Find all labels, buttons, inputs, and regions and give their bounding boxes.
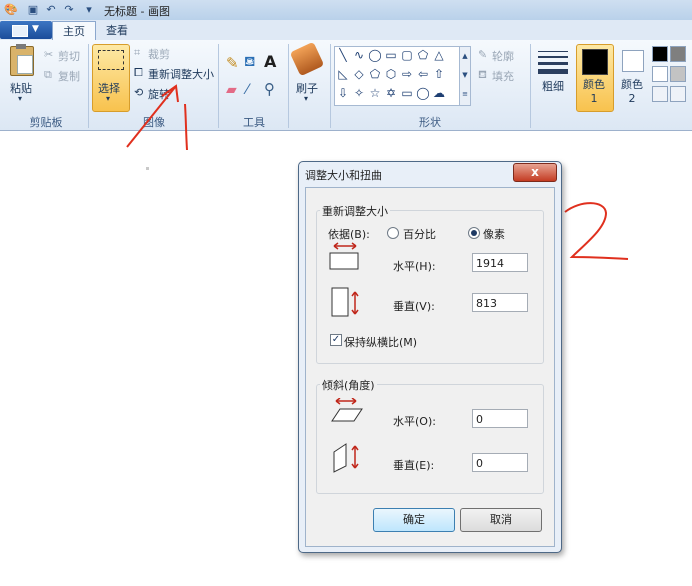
dialog-body: 重新调整大小 依据(B): 百分比 像素 水平(H): 1914 垂直(V): …: [305, 187, 555, 547]
horizontal-resize-icon: [329, 242, 359, 270]
vertical-label: 垂直(V):: [393, 300, 435, 313]
horizontal-input[interactable]: 1914: [472, 253, 528, 272]
resize-skew-dialog: 调整大小和扭曲 x 重新调整大小 依据(B): 百分比 像素 水平(H): 19…: [298, 161, 562, 553]
annotation-mark-2: [564, 202, 629, 260]
keep-ratio-label[interactable]: 保持纵横比(M): [344, 334, 417, 350]
cancel-button[interactable]: 取消: [460, 508, 542, 532]
resize-section-label: 重新调整大小: [320, 203, 390, 219]
skew-section-label: 倾斜(角度): [320, 377, 377, 393]
dialog-title: 调整大小和扭曲: [305, 169, 382, 182]
close-button[interactable]: x: [513, 163, 557, 182]
percent-label[interactable]: 百分比: [403, 226, 436, 242]
pixels-label[interactable]: 像素: [483, 226, 505, 242]
by-label: 依据(B):: [328, 228, 370, 241]
annotation-mark-1: [184, 103, 188, 151]
horizontal-label: 水平(H):: [393, 260, 436, 273]
skew-horizontal-label: 水平(O):: [393, 415, 436, 428]
vertical-skew-icon: [333, 443, 359, 473]
pixels-radio[interactable]: [468, 227, 480, 239]
horizontal-skew-icon: [331, 398, 363, 422]
ok-button[interactable]: 确定: [373, 508, 455, 532]
vertical-resize-icon: [331, 287, 359, 317]
skew-vertical-input[interactable]: 0: [472, 453, 528, 472]
skew-vertical-label: 垂直(E):: [393, 459, 435, 472]
percent-radio[interactable]: [387, 227, 399, 239]
vertical-input[interactable]: 813: [472, 293, 528, 312]
annotation-arrow: [126, 85, 177, 148]
keep-ratio-checkbox[interactable]: ✓: [330, 334, 342, 346]
skew-horizontal-input[interactable]: 0: [472, 409, 528, 428]
